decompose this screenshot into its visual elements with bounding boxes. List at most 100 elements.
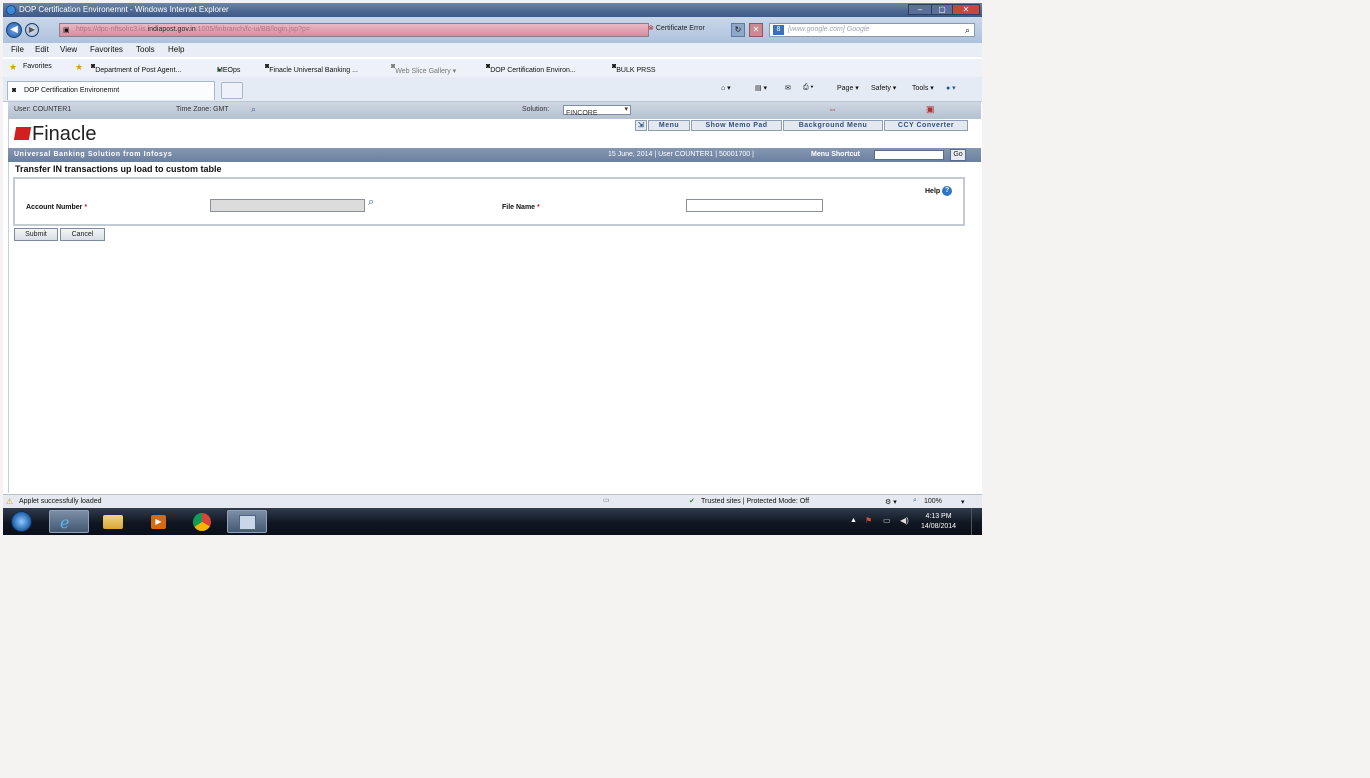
certificate-error-label: Certificate Error: [655, 25, 705, 32]
menu-toggle-icon[interactable]: ⇲: [635, 120, 647, 131]
zoom-chevron-icon[interactable]: ▾: [961, 498, 965, 506]
help-menu-icon[interactable]: ● ▾: [946, 84, 956, 92]
chevron-down-icon: ▾: [624, 106, 628, 113]
menu-edit[interactable]: Edit: [35, 45, 49, 54]
finacle-logo: Finacle: [13, 123, 97, 146]
addons-icon[interactable]: ⚙ ▾: [885, 498, 897, 506]
start-button[interactable]: [5, 510, 41, 533]
solution-label: Solution:: [522, 106, 550, 113]
required-mark: *: [84, 204, 88, 211]
close-button[interactable]: ✕: [952, 4, 980, 15]
menu-tools-cmd[interactable]: Tools ▾: [912, 84, 934, 92]
url-field[interactable]: ▣ https://dpc-nftsolrc3.iis.indiapost.go…: [59, 23, 705, 37]
maximize-button[interactable]: ▢: [931, 4, 953, 15]
taskbar: ℯ ▶ ▲ ⚑ ▭ ◀) 4:13 PM 14/08/2014: [3, 508, 982, 535]
menu-tools[interactable]: Tools: [136, 45, 155, 54]
menu-page[interactable]: Page ▾: [837, 84, 859, 92]
help-label: Help: [925, 187, 941, 195]
tab-row: ◙ DOP Certification Environemnt: [3, 77, 982, 102]
menu-shortcut-label: Menu Shortcut: [811, 151, 860, 158]
url-host: indiapost.gov.in: [147, 26, 196, 33]
back-button[interactable]: ◀: [6, 22, 22, 38]
fav-item-dept-post[interactable]: ◙ Department of Post Agent...: [91, 63, 181, 74]
zoom-magnifier-icon[interactable]: ⌕: [251, 104, 256, 115]
minimize-button[interactable]: –: [908, 4, 932, 15]
page-icon: ▣: [63, 27, 70, 34]
search-icon[interactable]: ⌕: [965, 25, 970, 36]
chrome-icon: [193, 513, 211, 531]
nav-background-menu[interactable]: Background Menu: [783, 120, 883, 131]
logout-icon[interactable]: ⇔: [828, 104, 837, 114]
nav-ccy-converter[interactable]: CCY Converter: [884, 120, 968, 131]
menu-safety[interactable]: Safety ▾: [871, 84, 896, 92]
cancel-button[interactable]: Cancel: [60, 228, 105, 241]
form-panel: Help ? Account Number * ⌕ File Name *: [13, 177, 965, 226]
info-bar: Universal Banking Solution from Infosys …: [8, 148, 981, 162]
flag-icon[interactable]: ⚑: [865, 516, 872, 525]
date-user-info: 15 June, 2014 | User COUNTER1 | 50001700…: [608, 151, 754, 158]
fav-item-web-slice[interactable]: ◙ Web Slice Gallery ▾: [391, 63, 456, 75]
go-button[interactable]: Go: [950, 149, 966, 161]
favorites-button[interactable]: Favorites: [23, 63, 52, 70]
account-number-input[interactable]: [210, 199, 365, 212]
menu-shortcut-input[interactable]: [874, 150, 944, 160]
help-icon: ?: [942, 186, 953, 196]
window-title: DOP Certification Environemnt - Windows …: [19, 5, 229, 14]
tab-dop-certification[interactable]: ◙ DOP Certification Environemnt: [7, 81, 215, 100]
menu-favorites[interactable]: Favorites: [90, 45, 123, 54]
show-desktop-button[interactable]: [971, 508, 982, 535]
solution-select[interactable]: FINCORE ▾: [563, 105, 631, 117]
nav-menu[interactable]: Menu: [648, 120, 690, 131]
tab-page-icon: ◙: [12, 87, 17, 94]
fav-item-label: Department of Post Agent...: [95, 67, 182, 74]
taskbar-chrome[interactable]: [183, 510, 223, 533]
menu-file[interactable]: File: [11, 45, 24, 54]
network-icon[interactable]: ▭: [883, 516, 891, 525]
file-name-label: File Name *: [502, 204, 540, 211]
stop-icon[interactable]: ✕: [749, 23, 763, 37]
nav-show-memo-pad[interactable]: Show Memo Pad: [691, 120, 782, 131]
window-titlebar: DOP Certification Environemnt - Windows …: [3, 3, 982, 17]
home-icon[interactable]: ⌂ ▾: [721, 84, 731, 92]
account-search-icon[interactable]: ⌕: [368, 196, 374, 209]
system-clock[interactable]: 4:13 PM 14/08/2014: [921, 512, 956, 532]
blank-status-icon: ▭: [603, 497, 610, 504]
add-favorite-icon[interactable]: ★: [75, 62, 83, 73]
menu-view[interactable]: View: [60, 45, 77, 54]
taskbar-ie[interactable]: ℯ: [49, 510, 89, 533]
volume-icon[interactable]: ◀): [900, 516, 909, 525]
fav-item-bulk-prss[interactable]: ◙ BULK PRSS: [612, 63, 656, 74]
fav-item-label: Finacle Universal Banking ...: [269, 67, 358, 74]
clock-time: 4:13 PM: [925, 513, 952, 520]
search-field[interactable]: 8 [www.google.com] Google ⌕: [769, 23, 975, 37]
finacle-top-strip: User: COUNTER1 Time Zone: GMT ⌕ Solution…: [8, 102, 981, 120]
file-name-input[interactable]: [686, 199, 823, 212]
menu-help[interactable]: Help: [168, 45, 184, 54]
media-player-icon: ▶: [151, 515, 166, 529]
taskbar-explorer[interactable]: [93, 510, 133, 533]
windows-orb-icon: [11, 511, 32, 532]
clock-date: 14/08/2014: [921, 523, 957, 530]
user-label: User: COUNTER1: [14, 106, 72, 113]
taskbar-media-player[interactable]: ▶: [138, 510, 178, 533]
new-tab-button[interactable]: [221, 82, 243, 99]
feeds-icon[interactable]: ▤ ▾: [755, 84, 767, 92]
print-document-icon[interactable]: ▣: [926, 104, 935, 115]
status-bar: ⚠ Applet successfully loaded ▭ ✔ Trusted…: [3, 494, 982, 509]
fav-item-dop-cert[interactable]: ◙ DOP Certification Environ...: [486, 63, 576, 74]
tray-arrow-icon[interactable]: ▲: [850, 517, 857, 524]
mail-icon[interactable]: ✉: [785, 84, 791, 92]
address-bar-row: ◀ ▶ ▣ https://dpc-nftsolrc3.iis.indiapos…: [3, 17, 982, 43]
zoom-level[interactable]: 100%: [924, 498, 942, 505]
fav-item-label: Web Slice Gallery ▾: [395, 68, 457, 75]
taskbar-app[interactable]: [227, 510, 267, 533]
submit-button[interactable]: Submit: [14, 228, 58, 241]
fav-item-finacle[interactable]: ◙ Finacle Universal Banking ...: [265, 63, 358, 74]
print-icon[interactable]: ⎙ ▾: [803, 84, 814, 92]
refresh-icon[interactable]: ↻: [731, 23, 745, 37]
forward-button[interactable]: ▶: [25, 23, 39, 37]
file-name-text: File Name: [502, 204, 536, 211]
help-link[interactable]: Help ?: [925, 186, 953, 196]
brand-name: Finacle: [32, 123, 97, 145]
certificate-error[interactable]: ⊗ Certificate Error: [648, 24, 705, 32]
